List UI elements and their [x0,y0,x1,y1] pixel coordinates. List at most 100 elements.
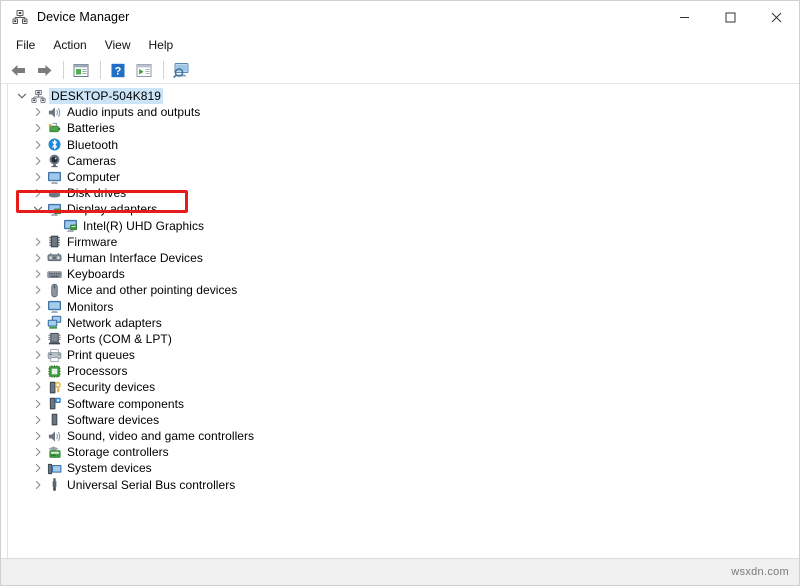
menu-help[interactable]: Help [140,35,183,55]
properties-icon [73,63,89,78]
camera-icon [46,153,62,169]
tree-label: Sound, video and game controllers [67,428,254,444]
chevron-right-icon[interactable] [30,444,46,460]
tree-row-storage-controllers[interactable]: Storage controllers [8,444,799,460]
svg-text:?: ? [115,65,122,77]
tree-label: Cameras [67,153,116,169]
chevron-right-icon[interactable] [30,282,46,298]
chevron-right-icon[interactable] [30,137,46,153]
help-button[interactable]: ? [106,59,130,81]
display-adapter-icon [62,218,78,234]
tree-label-root: DESKTOP-504K819 [49,88,163,104]
maximize-icon [725,12,736,23]
tree-label: Computer [67,169,120,185]
scan-hardware-button[interactable] [169,59,193,81]
content-area: DESKTOP-504K819 Audio inputs and outputs [1,84,799,558]
monitor-icon [46,169,62,185]
tree-row-software-devices[interactable]: Software devices [8,412,799,428]
network-adapter-icon [46,315,62,331]
minimize-button[interactable] [661,1,707,33]
software-component-icon [46,396,62,412]
tree-row-keyboards[interactable]: Keyboards [8,266,799,282]
processor-icon [46,363,62,379]
tree-row-bluetooth[interactable]: Bluetooth [8,137,799,153]
chevron-right-icon[interactable] [30,153,46,169]
tree-row-system-devices[interactable]: System devices [8,460,799,476]
chevron-right-icon[interactable] [30,120,46,136]
toolbar-separator-3 [163,61,164,79]
battery-icon [46,120,62,136]
maximize-button[interactable] [707,1,753,33]
tree-row-audio-inputs-and-outputs[interactable]: Audio inputs and outputs [8,104,799,120]
tree-row-network-adapters[interactable]: Network adapters [8,315,799,331]
status-bar: wsxdn.com [1,558,799,585]
tree-row-human-interface-devices[interactable]: Human Interface Devices [8,250,799,266]
menu-bar: File Action View Help [1,33,799,57]
back-button[interactable] [6,59,30,81]
chevron-right-icon[interactable] [30,363,46,379]
tree-row-monitors[interactable]: Monitors [8,298,799,314]
menu-action[interactable]: Action [44,35,95,55]
bluetooth-icon [46,137,62,153]
chevron-right-icon[interactable] [30,428,46,444]
chevron-right-icon[interactable] [30,412,46,428]
tree-label: Software components [67,396,184,412]
chevron-right-icon[interactable] [30,250,46,266]
tree-row-processors[interactable]: Processors [8,363,799,379]
chevron-right-icon[interactable] [30,315,46,331]
tree-label: Mice and other pointing devices [67,282,237,298]
tree-row-computer[interactable]: Computer [8,169,799,185]
tree-row-display-adapters[interactable]: Display adapters [8,201,799,217]
tree-row-sound-video-and-game-controllers[interactable]: Sound, video and game controllers [8,428,799,444]
tree-row-print-queues[interactable]: Print queues [8,347,799,363]
security-device-icon [46,379,62,395]
tree-row-firmware[interactable]: Firmware [8,234,799,250]
tree-row-disk-drives[interactable]: Disk drives [8,185,799,201]
speaker-icon [46,428,62,444]
back-arrow-icon [10,63,27,78]
chevron-right-icon[interactable] [30,169,46,185]
system-device-icon [46,460,62,476]
title-bar-left: Device Manager [1,9,129,25]
chevron-down-icon[interactable] [30,201,46,217]
chevron-right-icon[interactable] [30,104,46,120]
chevron-right-icon[interactable] [30,266,46,282]
chevron-down-icon[interactable] [14,88,30,104]
chevron-right-icon[interactable] [30,185,46,201]
tree-row-software-components[interactable]: Software components [8,396,799,412]
tree-row-ports-com-lpt[interactable]: Ports (COM & LPT) [8,331,799,347]
chevron-right-icon[interactable] [30,379,46,395]
update-driver-button[interactable] [132,59,156,81]
device-tree[interactable]: DESKTOP-504K819 Audio inputs and outputs [7,84,799,558]
chevron-right-icon[interactable] [30,477,46,493]
minimize-icon [679,12,690,23]
tree-label: Security devices [67,379,155,395]
help-question-icon: ? [110,63,126,78]
device-manager-icon [12,9,28,25]
tree-row-cameras[interactable]: Cameras [8,153,799,169]
tree-row-root[interactable]: DESKTOP-504K819 [8,88,799,104]
properties-button[interactable] [69,59,93,81]
tree-row-batteries[interactable]: Batteries [8,120,799,136]
close-button[interactable] [753,1,799,33]
chevron-right-icon[interactable] [30,347,46,363]
storage-controller-icon [46,444,62,460]
chevron-right-icon[interactable] [30,460,46,476]
chevron-right-icon[interactable] [30,396,46,412]
chevron-right-icon[interactable] [30,234,46,250]
tree-row-mice-and-other-pointing-devices[interactable]: Mice and other pointing devices [8,282,799,298]
menu-file[interactable]: File [7,35,44,55]
update-driver-icon [136,63,152,78]
tree-row-universal-serial-bus-controllers[interactable]: Universal Serial Bus controllers [8,477,799,493]
tree-row-security-devices[interactable]: Security devices [8,379,799,395]
chevron-right-icon[interactable] [30,299,46,315]
software-device-icon [46,412,62,428]
tree-row-intel-uhd-graphics[interactable]: Intel(R) UHD Graphics [8,218,799,234]
menu-view[interactable]: View [96,35,140,55]
tree-label: Audio inputs and outputs [67,104,200,120]
chevron-right-icon[interactable] [30,331,46,347]
tree-label: Monitors [67,299,113,315]
disk-drive-icon [46,185,62,201]
forward-button[interactable] [32,59,56,81]
port-icon [46,331,62,347]
